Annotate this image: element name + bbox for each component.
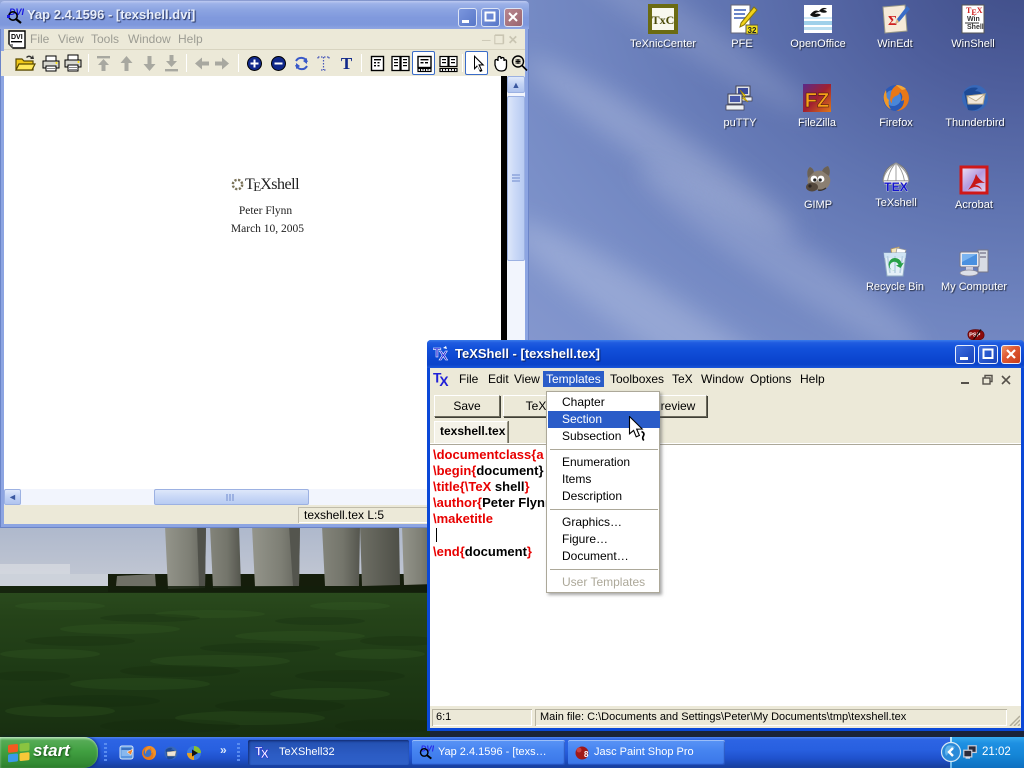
svg-text:8: 8 — [584, 750, 589, 759]
svg-text:Win: Win — [967, 16, 980, 23]
svg-text:32: 32 — [748, 26, 757, 35]
svg-text:TxC: TxC — [652, 13, 675, 27]
svg-text:X: X — [439, 348, 448, 362]
svg-text:Σ: Σ — [888, 14, 897, 29]
svg-text:T: T — [341, 54, 353, 73]
svg-text:DVI: DVI — [11, 34, 23, 41]
svg-text:X: X — [261, 747, 270, 760]
svg-text:TEX: TEX — [884, 180, 909, 194]
svg-text:X: X — [439, 374, 449, 388]
svg-text:FZ: FZ — [805, 90, 829, 112]
svg-text:Shell: Shell — [967, 24, 984, 31]
